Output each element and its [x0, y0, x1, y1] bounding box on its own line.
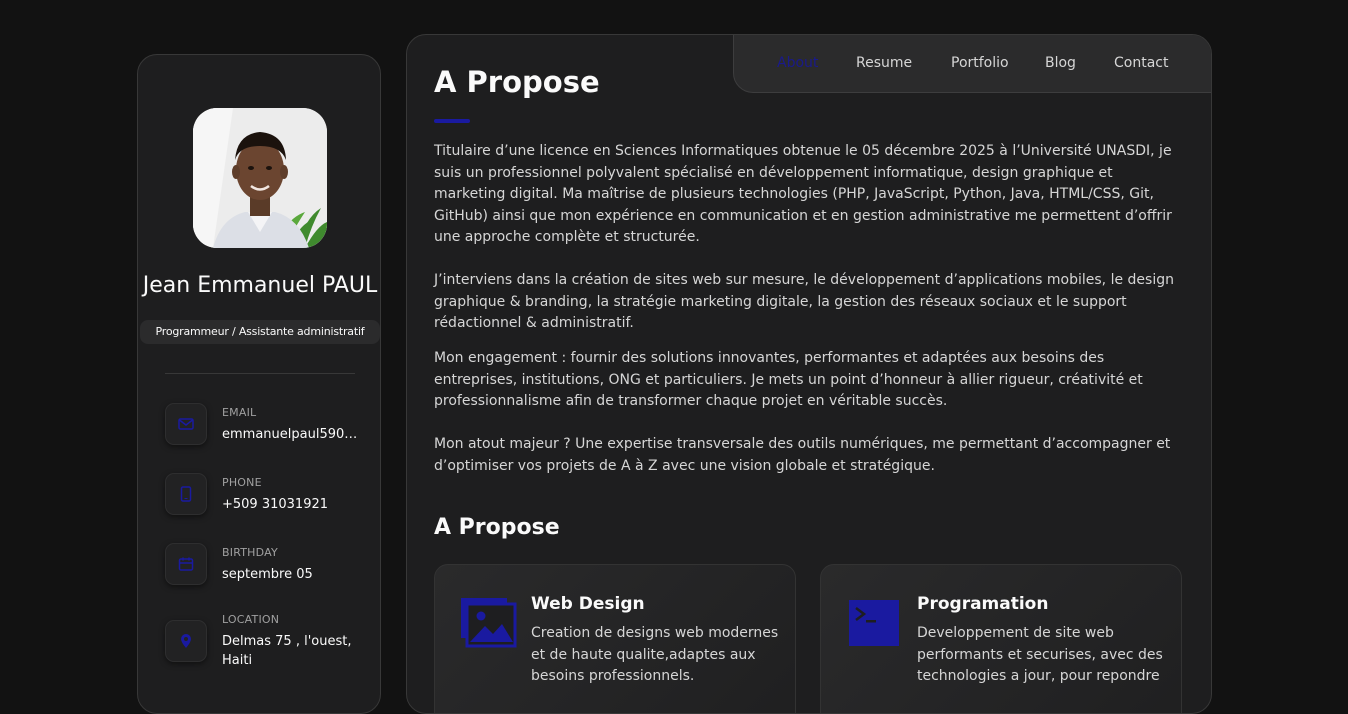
- main-content: About Resume Portfolio Blog Contact A Pr…: [406, 34, 1212, 714]
- about-paragraph: Mon atout majeur ? Une expertise transve…: [434, 436, 1171, 474]
- avatar: [193, 108, 327, 248]
- service-card-programation: Programation Developpement de site web p…: [820, 564, 1182, 713]
- terminal-icon: [847, 598, 901, 652]
- profile-name: Jean Emmanuel PAUL: [142, 273, 378, 298]
- nav-blog[interactable]: Blog: [1045, 55, 1076, 71]
- phone-icon: [165, 473, 207, 515]
- contact-label: LOCATION: [222, 613, 280, 626]
- image-icon: [461, 598, 517, 652]
- service-title: Programation: [917, 594, 1049, 614]
- nav-portfolio[interactable]: Portfolio: [951, 55, 1009, 71]
- service-title: Web Design: [531, 594, 645, 614]
- location-icon: [165, 620, 207, 662]
- mail-icon: [165, 403, 207, 445]
- calendar-icon: [165, 543, 207, 585]
- sidebar: Jean Emmanuel PAUL Programmeur / Assista…: [137, 54, 381, 714]
- profile-title-badge: Programmeur / Assistante administratif: [140, 320, 380, 344]
- page-title: A Propose: [434, 65, 600, 99]
- phone-link[interactable]: +509 31031921: [222, 495, 362, 514]
- services-heading: A Propose: [434, 515, 560, 540]
- location-value: Delmas 75 , l'ouest, Haiti: [222, 634, 352, 668]
- contact-label: EMAIL: [222, 406, 257, 419]
- contact-label: BIRTHDAY: [222, 546, 278, 559]
- about-paragraph: J’interviens dans la création de sites w…: [434, 272, 1174, 331]
- service-text: Creation de designs web modernes et de h…: [531, 625, 779, 684]
- birthday-value: septembre 05: [222, 567, 313, 582]
- sidebar-separator: [165, 373, 355, 374]
- about-paragraph: Mon engagement : fournir des solutions i…: [434, 350, 1143, 409]
- service-text: Developpement de site web performants et…: [917, 625, 1163, 684]
- contact-label: PHONE: [222, 476, 262, 489]
- avatar-photo: [193, 108, 327, 248]
- nav-contact[interactable]: Contact: [1114, 55, 1168, 71]
- nav-resume[interactable]: Resume: [856, 55, 912, 71]
- email-link[interactable]: emmanuelpaul5902...: [222, 425, 362, 444]
- nav-about[interactable]: About: [777, 55, 818, 71]
- title-underline: [434, 119, 470, 123]
- service-card-web-design: Web Design Creation de designs web moder…: [434, 564, 796, 713]
- navbar: About Resume Portfolio Blog Contact: [733, 35, 1211, 93]
- about-paragraph: Titulaire d’une licence en Sciences Info…: [434, 143, 1172, 245]
